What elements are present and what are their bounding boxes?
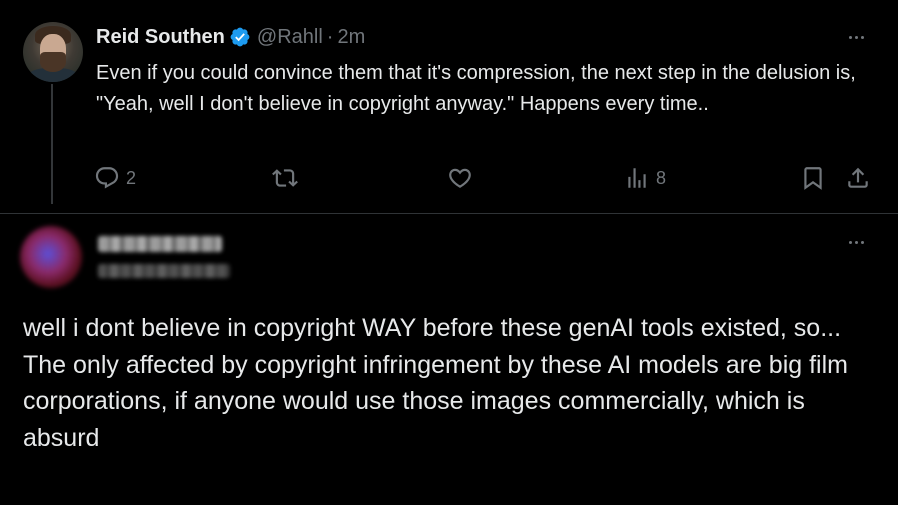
like-icon [449, 168, 471, 188]
redacted-author-name [98, 236, 222, 252]
avatar[interactable] [20, 226, 82, 288]
reply-icon [95, 167, 119, 189]
tweet-header: Reid Southen @Rahll · 2m [96, 24, 365, 50]
timestamp[interactable]: 2m [337, 26, 365, 49]
repost-icon [272, 169, 298, 187]
more-icon[interactable] [849, 241, 864, 244]
action-bar: 2 8 [94, 163, 874, 193]
reply-count: 2 [126, 167, 137, 188]
divider [0, 213, 898, 214]
tweet-text: Even if you could convince them that it'… [96, 62, 856, 115]
views-button[interactable]: 8 [624, 163, 666, 193]
views-count: 8 [656, 167, 667, 188]
thread-line [51, 84, 53, 204]
share-button[interactable] [845, 163, 871, 193]
tweet[interactable]: Reid Southen @Rahll · 2m Even if you cou… [0, 0, 898, 213]
avatar[interactable] [23, 22, 83, 82]
bookmark-icon [804, 167, 822, 190]
bookmark-button[interactable] [800, 163, 826, 193]
separator-dot: · [326, 25, 334, 48]
author-handle[interactable]: @Rahll [257, 26, 323, 49]
redacted-author-handle [98, 264, 230, 278]
verified-badge-icon [230, 27, 250, 47]
author-name[interactable]: Reid Southen [96, 26, 225, 49]
views-icon [628, 168, 646, 188]
reply-text: well i dont believe in copyright WAY bef… [23, 314, 848, 452]
reply-button[interactable]: 2 [94, 163, 136, 193]
share-icon [848, 167, 868, 188]
repost-button[interactable] [272, 163, 298, 193]
more-icon[interactable] [849, 36, 864, 39]
like-button[interactable] [447, 163, 473, 193]
